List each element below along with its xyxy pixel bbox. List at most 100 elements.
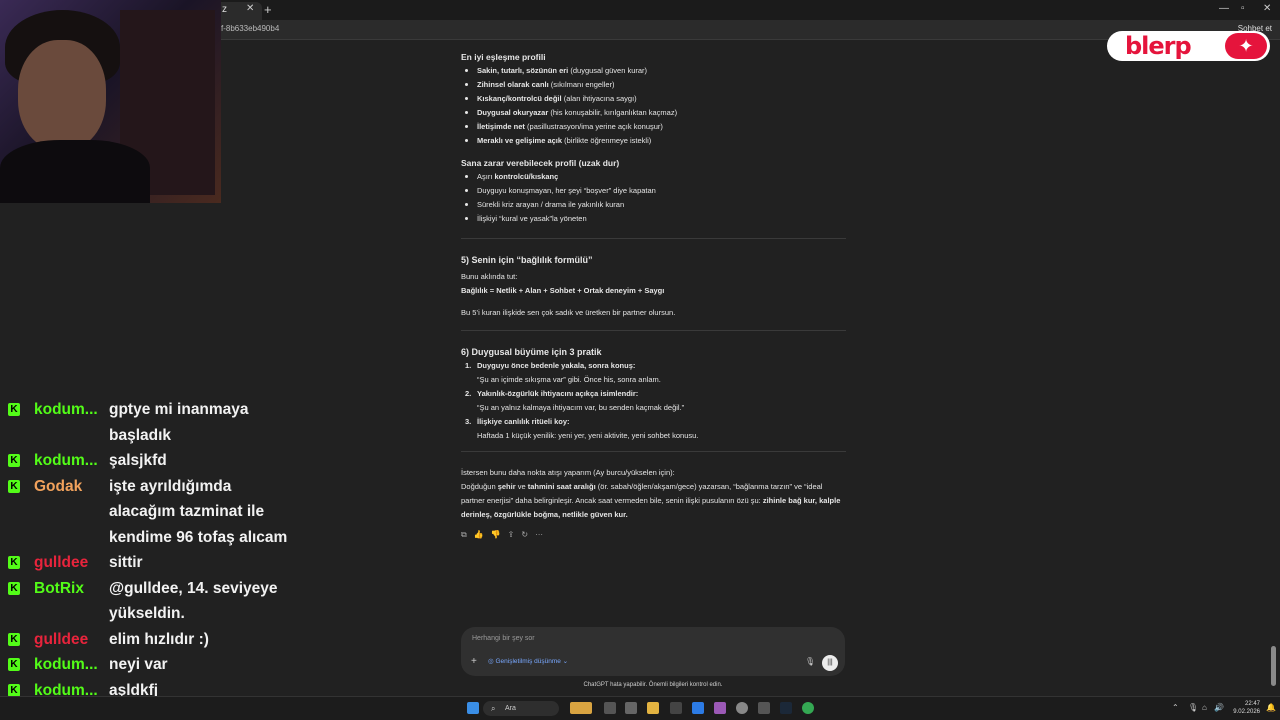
chat-text: neyi var: [109, 656, 168, 673]
section5-note: Bu 5’i kuran ilişkide sen çok sadık ve ü…: [461, 308, 676, 317]
section5-formula: Bağlılık = Netlik + Alan + Sohbet + Orta…: [461, 286, 665, 295]
volume-icon[interactable]: 🔊: [1214, 703, 1226, 715]
blerp-logo-text: blerp: [1125, 32, 1192, 60]
kick-icon: K: [8, 403, 20, 416]
kick-icon: K: [8, 479, 20, 493]
assistant-message: En iyi eşleşme profili Sakin, tutarlı, s…: [461, 40, 846, 542]
app-icon[interactable]: [714, 702, 726, 714]
chat-message: Kkodum... gptye mi inanmaya başladık: [0, 397, 300, 448]
chat-username: kodum...: [34, 656, 98, 673]
chat-username: kodum...: [34, 401, 98, 418]
thumbs-up-icon[interactable]: 👍: [474, 528, 484, 542]
closing-paragraph: Doğduğun şehir ve tahmini saat aralığı (…: [461, 482, 841, 519]
list-item: 2. Yakınlık-özgürlük ihtiyacını açıkça is…: [465, 389, 639, 398]
best-match-title: En iyi eşleşme profili: [461, 52, 546, 62]
browser-icon[interactable]: [802, 702, 814, 714]
taskbar-search-label: Ara: [505, 705, 516, 712]
task-view-icon[interactable]: [604, 702, 616, 714]
list-item: Sürekli kriz arayan / drama ile yakınlık…: [461, 198, 846, 212]
file-explorer-icon[interactable]: [647, 702, 659, 714]
best-match-list: Sakin, tutarlı, sözünün eri (duygusal gü…: [461, 64, 846, 148]
section6-list: 1. Duyguyu önce bedenle yakala, sonra kon…: [461, 359, 846, 443]
copy-icon[interactable]: ⧉: [461, 528, 467, 542]
more-icon[interactable]: ···: [535, 528, 543, 542]
regenerate-icon[interactable]: ↻: [521, 528, 528, 542]
tab-close-icon[interactable]: ✕: [246, 3, 254, 14]
taskbar-clock[interactable]: 22:47 9.02.2026: [1226, 700, 1260, 716]
notification-icon[interactable]: 🔔: [1266, 703, 1278, 715]
app-icon[interactable]: [758, 702, 770, 714]
chat-username: gulldee: [34, 554, 89, 571]
section6-title: 6) Duygusal büyüme için 3 pratik: [461, 347, 602, 357]
maximize-icon[interactable]: ▫: [1241, 3, 1245, 14]
chat-message: Kgulldee sittir: [0, 550, 300, 576]
kick-icon: K: [8, 556, 20, 569]
chat-username: Godak: [34, 477, 83, 495]
app-icon[interactable]: [625, 702, 637, 714]
kick-icon: K: [8, 683, 20, 697]
steam-icon[interactable]: [780, 702, 792, 714]
microphone-tray-icon[interactable]: 🎙: [1188, 703, 1200, 715]
chat-text: sittir: [109, 554, 143, 571]
new-tab-button[interactable]: +: [264, 2, 272, 17]
divider: [461, 330, 846, 331]
thumbs-down-icon[interactable]: 👎: [491, 528, 501, 542]
browser-tab[interactable]: z: [214, 2, 262, 20]
obs-icon[interactable]: [736, 702, 748, 714]
taskbar: ⌕ Ara ⌃ 🎙 ⌂ 🔊 22:47 9.02.2026 🔔: [0, 696, 1280, 720]
divider: [461, 238, 846, 239]
webcam-person-body: [0, 140, 150, 203]
list-item: İletişimde net (pasillustrasyon/ima yeri…: [461, 120, 846, 134]
list-item-detail: “Şu an içimde sıkışma var” gibi. Önce hi…: [477, 375, 661, 384]
clock-time: 22:47: [1244, 701, 1260, 707]
extended-thinking-toggle[interactable]: ◎ Genişletilmiş düşünme ⌄: [488, 657, 568, 665]
list-item: Kıskanç/kontrolcü değil (alan ihtiyacına…: [461, 92, 846, 106]
webcam-overlay: [0, 0, 221, 203]
tab-title: z: [222, 4, 227, 15]
clock-date: 9.02.2026: [1233, 709, 1260, 715]
voice-mode-button[interactable]: |||: [822, 655, 838, 671]
blerp-logo: blerp ✦: [1107, 31, 1270, 61]
section5-intro: Bunu aklında tut:: [461, 272, 518, 281]
chat-text: işte ayrıldığımda alacağım tazminat ile …: [109, 477, 288, 546]
list-item: 1. Duyguyu önce bedenle yakala, sonra kon…: [465, 361, 636, 370]
list-item: İlişkiyi “kural ve yasak”la yöneten: [461, 212, 846, 226]
chat-text: @gulldee, 14. seviyeye yükseldin.: [109, 579, 278, 623]
app-icon[interactable]: [670, 702, 682, 714]
scrollbar[interactable]: [1271, 646, 1276, 686]
list-item: Zihinsel olarak canlı (sıkılmanı engelle…: [461, 78, 846, 92]
url-text[interactable]: f-8b633eb490b4: [221, 24, 279, 33]
minimize-icon[interactable]: —: [1219, 3, 1229, 14]
list-item: 3. İlişkiye canlılık ritüeli koy:: [465, 417, 570, 426]
kick-icon: K: [8, 581, 20, 595]
chat-message: Kkodum... neyi var: [0, 652, 300, 678]
kick-icon: K: [8, 632, 20, 646]
tray-chevron-icon[interactable]: ⌃: [1172, 703, 1184, 715]
widget-icon[interactable]: [570, 702, 592, 714]
disclaimer: ChatGPT hata yapabilir. Önemli bilgileri…: [583, 682, 723, 688]
taskbar-search[interactable]: ⌕ Ara: [483, 701, 559, 716]
list-item-detail: “Şu an yalnız kalmaya ihtiyacım var, bu …: [477, 403, 685, 412]
network-icon[interactable]: ⌂: [1202, 703, 1214, 715]
microphone-icon[interactable]: 🎙: [805, 657, 815, 666]
prompt-input[interactable]: Herhangi bir şey sor: [472, 635, 535, 642]
kick-icon: K: [8, 658, 20, 671]
chat-text: gptye mi inanmaya başladık: [109, 401, 249, 444]
stream-chat-overlay: Kkodum... gptye mi inanmaya başladık Kkod…: [0, 401, 300, 703]
app-icon[interactable]: [692, 702, 704, 714]
harm-profile-list: Aşırı kontrolcü/kıskanç Duyguyu konuşmay…: [461, 170, 846, 226]
kick-icon: K: [8, 454, 20, 467]
chat-message: K BotRix @gulldee, 14. seviyeye yükseldin.: [0, 576, 300, 627]
composer[interactable]: Herhangi bir şey sor + ◎ Genişletilmiş d…: [461, 627, 845, 676]
windows-start-icon[interactable]: [467, 702, 479, 714]
chat-message: Kgulldee elim hızlıdır :): [0, 627, 300, 653]
attach-plus-icon[interactable]: +: [471, 656, 477, 667]
close-window-icon[interactable]: ✕: [1263, 3, 1271, 14]
list-item: Duyguyu konuşmayan, her şeyi “boşver” di…: [461, 184, 846, 198]
list-item-detail: Haftada 1 küçük yenilik: yeni yer, yeni …: [477, 431, 699, 440]
webcam-person-face: [18, 40, 106, 150]
list-item: Duygusal okuryazar (his konuşabilir, kır…: [461, 106, 846, 120]
chat-username: kodum...: [34, 452, 98, 469]
share-icon[interactable]: ⇪: [508, 528, 515, 542]
closing-line: İstersen bunu daha nokta atışı yaparım (…: [461, 468, 675, 477]
